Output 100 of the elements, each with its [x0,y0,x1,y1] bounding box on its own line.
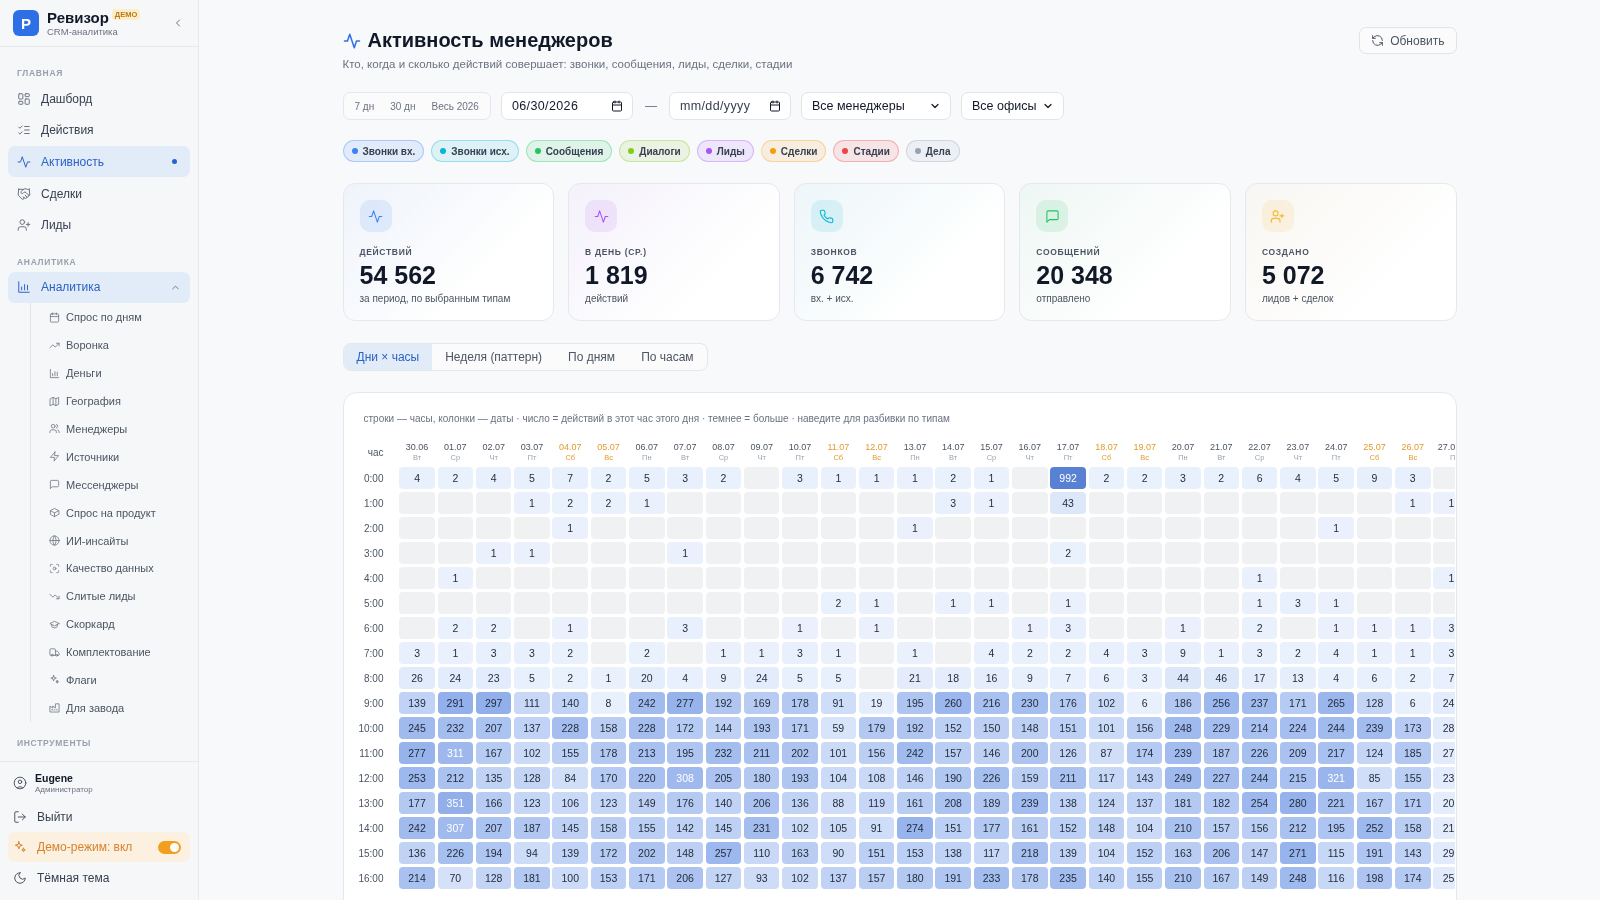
sub-nav-item[interactable]: Комплектование [49,638,190,666]
type-filter-chip[interactable]: Диалоги [619,140,690,162]
sub-nav-item[interactable]: Качество данных [49,554,190,583]
sub-nav-item[interactable]: Спрос по дням [49,303,190,332]
heatmap-cell: 149 [1241,867,1278,889]
heatmap-cell: 2 [1203,467,1240,489]
view-tab[interactable]: По дням [555,344,629,370]
heatmap-cell: 1 [973,592,1010,614]
heatmap-cell: 174 [1126,742,1163,764]
column-date: 08.07 [712,441,735,453]
view-tab[interactable]: По часам [628,344,707,370]
heatmap-cell: 124 [1356,742,1393,764]
heatmap-cell: 191 [935,867,971,889]
manager-select[interactable]: Все менеджеры [800,92,951,120]
type-filter-chip[interactable]: Звонки исх. [431,140,519,162]
type-filter-chip[interactable]: Звонки вх. [342,140,425,162]
range-option[interactable]: Весь 2026 [423,95,487,117]
heatmap-cell: 3 [667,467,703,489]
heatmap-cell: 90 [820,842,857,864]
heatmap-cell: 2 [1126,467,1163,489]
type-filter-chip[interactable]: Сообщения [525,140,613,162]
heatmap-cell: 1 [858,617,895,639]
heatmap-cell: 239 [1356,717,1393,739]
date-to-field[interactable]: mm/dd/yyyy [668,92,791,120]
column-date: 20.07 [1171,441,1195,453]
nav-item[interactable]: Дашборд [8,83,190,114]
sub-nav-item[interactable]: Менеджеры [49,415,190,443]
heatmap-cell: 157 [1203,817,1240,839]
type-filter-chip[interactable]: Стадии [833,140,899,162]
heatmap-cell: 13 [1280,667,1316,689]
office-select[interactable]: Все офисы [960,92,1064,120]
hour-label: 10:00 [358,722,384,734]
heatmap-cell: 24 [437,667,474,689]
heatmap-cell: 1 [1203,642,1240,664]
heatmap-cell: 106 [552,792,588,814]
column-date: 14.07 [941,441,965,453]
heatmap-cell: 182 [1203,792,1240,814]
type-filter-chip[interactable]: Дела [905,140,960,162]
nav-item[interactable]: Действия [8,114,190,146]
refresh-button[interactable]: Обновить [1359,27,1457,54]
heatmap-cell: 207 [475,817,512,839]
heatmap-cell: 256 [1203,692,1240,714]
map-icon [49,395,60,407]
sub-nav-item[interactable]: Деньги [49,359,190,388]
column-date: 12.07 [865,441,888,453]
view-tab[interactable]: Неделя (паттерн) [432,344,556,370]
nav-item[interactable]: Сделки [8,178,190,210]
range-option[interactable]: 30 дн [382,95,424,117]
column-date: 11.07 [827,441,850,453]
sub-nav-item[interactable]: Источники [49,442,190,471]
heatmap-cell: 137 [820,867,857,889]
heatmap-cell: 1 [590,667,627,689]
date-from-field[interactable]: 06/30/2026 [500,92,633,120]
theme-link[interactable]: Тёмная тема [8,862,190,893]
sub-nav-item[interactable]: Слитые лиды [49,582,190,611]
column-date: 16.07 [1018,441,1042,453]
heatmap-cell: 44 [1165,667,1201,689]
heatmap-cell: 231 [743,817,780,839]
heatmap-cell: 1 [1050,592,1086,614]
sub-nav-item[interactable]: Мессенджеры [49,470,190,499]
truck-icon [49,646,60,658]
range-option[interactable]: 7 дн [346,95,383,117]
heatmap-cell: 143 [1395,842,1431,864]
heatmap-cell: 210 [1165,817,1201,839]
sub-nav-item[interactable]: География [49,387,190,415]
heatmap-cell: 4 [1318,642,1354,664]
heatmap-cell: 2 [1050,642,1086,664]
sub-nav-item[interactable]: Спрос на продукт [49,498,190,527]
heatmap-cell: 187 [514,817,550,839]
heatmap-cell: 102 [782,817,818,839]
heatmap-cell: 136 [782,792,818,814]
heatmap-cell: 46 [1203,667,1240,689]
type-filter-chip[interactable]: Сделки [760,140,827,162]
column-date: 21.07 [1210,441,1233,453]
heatmap-cell: 3 [1280,592,1316,614]
hour-label: 15:00 [358,847,384,859]
sub-nav-item[interactable]: Флаги [49,666,190,694]
heatmap-cell: 176 [1050,692,1086,714]
nav-item[interactable]: Активность [8,146,190,178]
heatmap-cell: 115 [1318,842,1354,864]
sub-nav-item[interactable]: Для завода [49,693,190,722]
sub-nav-item[interactable]: Воронка [49,331,190,360]
toggle-switch[interactable] [158,840,181,854]
nav-item[interactable]: Аналитика [8,271,190,303]
heatmap-cell: 138 [1050,792,1086,814]
stat-label: СОЗДАНО [1261,247,1310,257]
heatmap-cell: 1 [1433,567,1456,589]
heatmap-cell: 220 [629,767,665,789]
sub-nav-item[interactable]: ИИ-инсайты [49,526,190,555]
view-tab[interactable]: Дни × часы [343,344,433,370]
heatmap-cell: 91 [858,817,895,839]
sub-nav-item[interactable]: Скоркард [49,610,190,639]
heatmap-cell: 244 [1241,767,1278,789]
heatmap-cell: 152 [1050,817,1086,839]
logout-icon [13,809,27,824]
nav-item[interactable]: Лиды [8,209,190,241]
heatmap-cell: 5 [782,667,818,689]
logout-link[interactable]: Выйти [8,801,190,832]
heatmap-cell: 158 [590,717,627,739]
type-filter-chip[interactable]: Лиды [696,140,754,162]
